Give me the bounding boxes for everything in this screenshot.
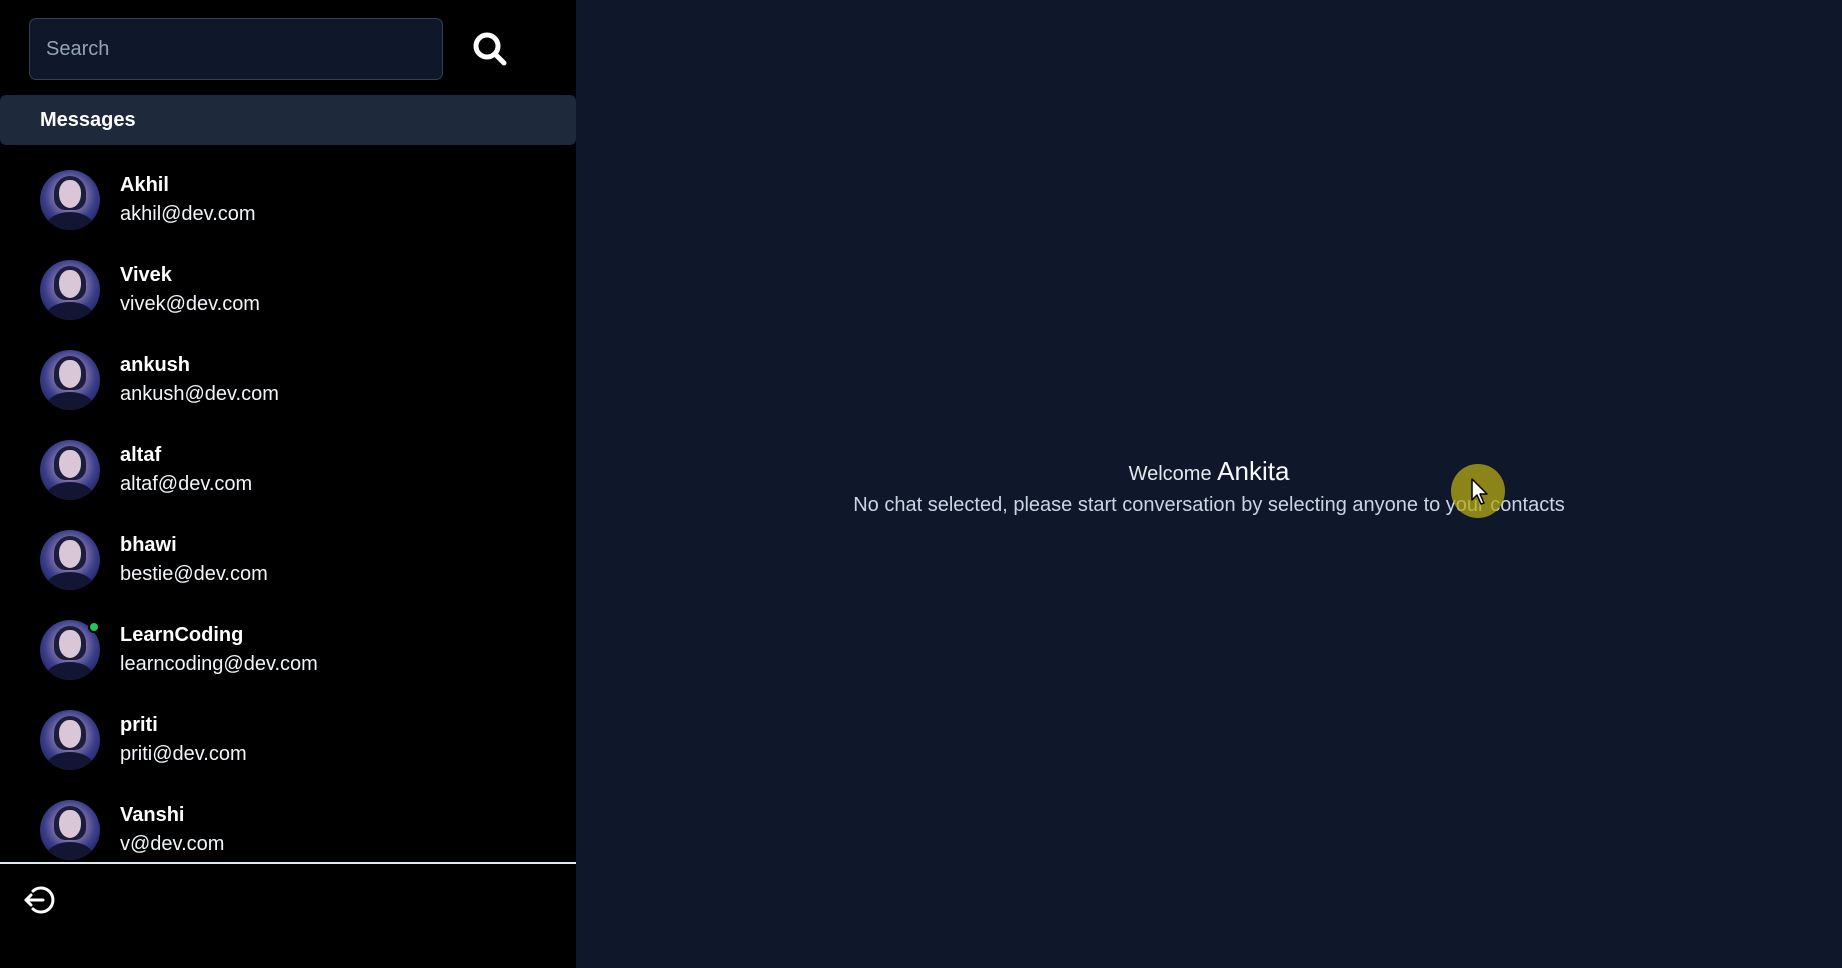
welcome-line: Welcome Ankita: [576, 455, 1842, 490]
avatar-image: [40, 170, 100, 230]
contact-list: Akhil akhil@dev.com Vivek vivek@dev.com: [0, 155, 576, 863]
contact-name: bhawi: [120, 534, 177, 556]
contact-name: Akhil: [120, 174, 169, 196]
avatar: [40, 530, 100, 590]
contact-email: priti@dev.com: [120, 743, 247, 765]
contact-email: v@dev.com: [120, 833, 225, 855]
contact-name: priti: [120, 714, 158, 736]
contact-email: akhil@dev.com: [120, 203, 256, 225]
avatar: [40, 620, 100, 680]
contact-info: ankush ankush@dev.com: [120, 351, 279, 409]
contact-email: bestie@dev.com: [120, 563, 268, 585]
no-chat-placeholder: Welcome Ankita No chat selected, please …: [576, 455, 1842, 520]
avatar: [40, 800, 100, 860]
welcome-user-name: Ankita: [1217, 456, 1290, 486]
avatar: [40, 350, 100, 410]
avatar: [40, 710, 100, 770]
contact-item[interactable]: Vivek vivek@dev.com: [0, 245, 576, 335]
contact-info: bhawi bestie@dev.com: [120, 531, 268, 589]
contact-item[interactable]: altaf altaf@dev.com: [0, 425, 576, 515]
contact-name: ankush: [120, 354, 191, 376]
avatar: [40, 440, 100, 500]
chat-area: Welcome Ankita No chat selected, please …: [576, 0, 1842, 968]
avatar: [40, 170, 100, 230]
contact-info: priti priti@dev.com: [120, 711, 247, 769]
search-icon: [473, 32, 507, 66]
search-input[interactable]: [29, 18, 443, 80]
search-button[interactable]: [465, 24, 515, 74]
avatar: [40, 260, 100, 320]
avatar-image: [40, 800, 100, 860]
search-bar: [29, 18, 515, 80]
contact-name: altaf: [120, 444, 162, 466]
contact-name: Vanshi: [120, 804, 185, 826]
sidebar-divider: [0, 862, 576, 864]
logout-button[interactable]: [22, 882, 58, 918]
contact-item[interactable]: Vanshi v@dev.com: [0, 785, 576, 863]
messages-header-label: Messages: [40, 108, 136, 131]
online-status-dot: [88, 621, 100, 633]
contact-name: LearnCoding: [120, 624, 244, 646]
contact-item[interactable]: Akhil akhil@dev.com: [0, 155, 576, 245]
contact-info: Akhil akhil@dev.com: [120, 171, 256, 229]
contact-item[interactable]: priti priti@dev.com: [0, 695, 576, 785]
empty-chat-message: No chat selected, please start conversat…: [853, 494, 1565, 516]
avatar-image: [40, 530, 100, 590]
chat-app: Messages Akhil akhil@dev.com Vivek: [0, 0, 1842, 968]
contact-email: ankush@dev.com: [120, 383, 279, 405]
sidebar: Messages Akhil akhil@dev.com Vivek: [0, 0, 576, 968]
contact-name: Vivek: [120, 264, 172, 286]
contact-info: Vivek vivek@dev.com: [120, 261, 260, 319]
contact-item[interactable]: ankush ankush@dev.com: [0, 335, 576, 425]
contact-email: vivek@dev.com: [120, 293, 260, 315]
mouse-cursor-icon: [1471, 478, 1488, 505]
contact-email: altaf@dev.com: [120, 473, 253, 495]
contact-email: learncoding@dev.com: [120, 653, 318, 675]
contact-info: Vanshi v@dev.com: [120, 801, 224, 859]
contact-item[interactable]: LearnCoding learncoding@dev.com: [0, 605, 576, 695]
avatar-image: [40, 350, 100, 410]
welcome-prefix: Welcome: [1128, 463, 1212, 485]
avatar-image: [40, 440, 100, 500]
avatar-image: [40, 260, 100, 320]
contact-item[interactable]: bhawi bestie@dev.com: [0, 515, 576, 605]
messages-header: Messages: [0, 95, 576, 145]
contact-info: altaf altaf@dev.com: [120, 441, 252, 499]
logout-icon: [24, 886, 55, 914]
avatar-image: [40, 710, 100, 770]
contact-info: LearnCoding learncoding@dev.com: [120, 621, 318, 679]
